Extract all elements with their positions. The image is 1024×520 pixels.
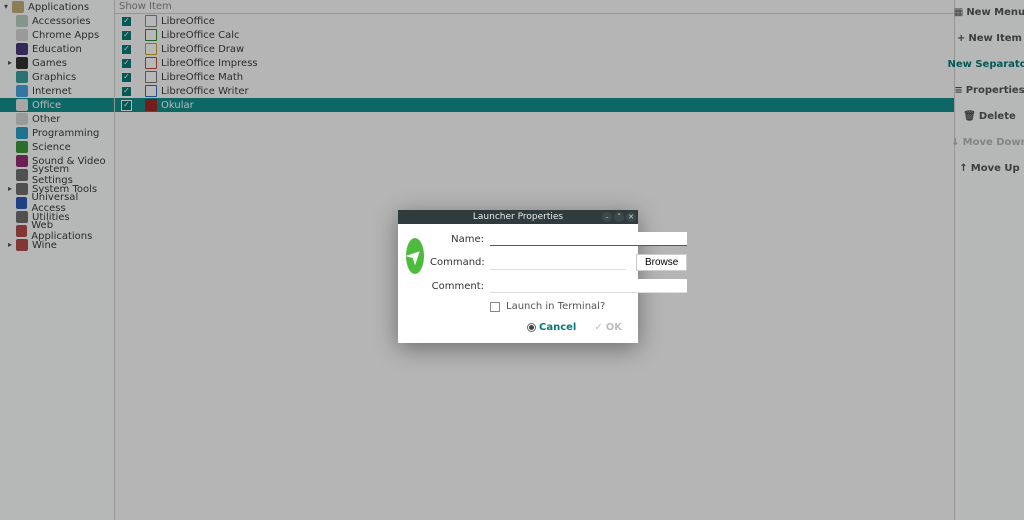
- close-icon[interactable]: ✕: [626, 212, 636, 222]
- name-label: Name:: [430, 234, 484, 245]
- cancel-icon: [527, 323, 536, 332]
- terminal-label: Launch in Terminal?: [506, 301, 605, 312]
- ok-button: ✓ OK: [594, 322, 622, 333]
- terminal-checkbox[interactable]: [490, 302, 500, 312]
- maximize-icon[interactable]: ˄: [614, 212, 624, 222]
- browse-button[interactable]: Browse: [636, 254, 687, 271]
- name-field[interactable]: [490, 232, 687, 246]
- comment-label: Comment:: [430, 281, 484, 292]
- comment-field[interactable]: [490, 279, 687, 293]
- dialog-title: Launcher Properties: [473, 212, 563, 222]
- launcher-properties-dialog: Launcher Properties – ˄ ✕ Name: Command:…: [398, 210, 638, 343]
- command-field[interactable]: [490, 256, 626, 270]
- dialog-titlebar[interactable]: Launcher Properties – ˄ ✕: [398, 210, 638, 224]
- minimize-icon[interactable]: –: [602, 212, 612, 222]
- launcher-icon[interactable]: [406, 238, 424, 274]
- command-label: Command:: [430, 257, 484, 268]
- cancel-button[interactable]: Cancel: [527, 322, 576, 333]
- check-icon: ✓: [594, 322, 602, 333]
